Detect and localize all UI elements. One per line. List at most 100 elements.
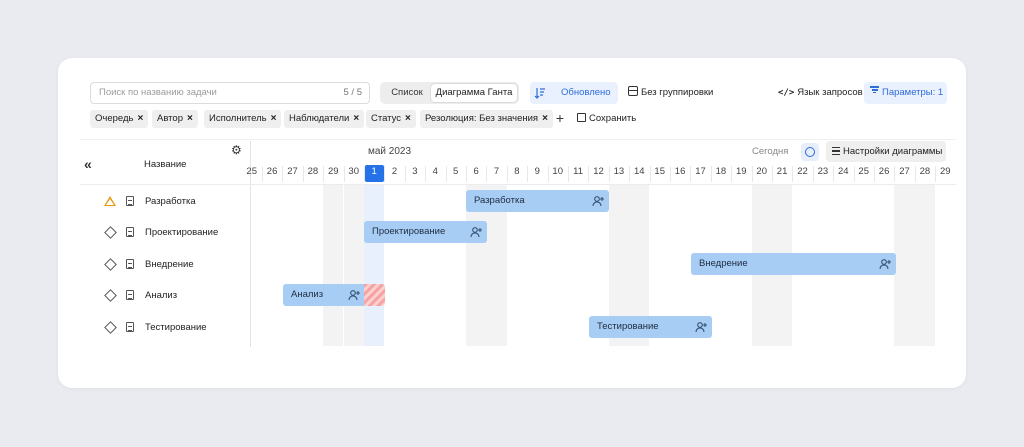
gantt-bar[interactable]: Разработка <box>466 190 609 212</box>
day-label: 23 <box>817 166 829 177</box>
day-label: 30 <box>348 166 359 177</box>
filter-chip-assignee[interactable]: Исполнитель × <box>204 110 282 128</box>
filter-chip-followers[interactable]: Наблюдатели × <box>284 110 365 128</box>
document-icon <box>126 227 134 237</box>
day-separator <box>567 166 569 182</box>
day-separator <box>384 166 386 182</box>
chart-settings-button[interactable]: Настройки диаграммы <box>826 141 946 162</box>
day-separator <box>812 166 814 182</box>
day-separator <box>261 166 263 182</box>
weekend-column <box>894 185 915 346</box>
divider <box>80 139 956 140</box>
header-divider <box>80 184 956 185</box>
day-separator <box>649 166 651 182</box>
day-label: 16 <box>674 166 686 177</box>
column-title: Название <box>144 159 187 170</box>
day-separator <box>506 166 508 182</box>
day-label: 1 <box>371 166 377 177</box>
view-list-tab[interactable]: Список <box>383 84 431 102</box>
add-assignee-icon[interactable] <box>879 258 891 270</box>
query-language-button[interactable]: </> Язык запросов <box>778 82 863 104</box>
day-separator <box>690 166 692 182</box>
grouping-label: Без группировки <box>641 87 714 98</box>
close-icon[interactable]: × <box>353 113 359 124</box>
day-separator <box>608 166 610 182</box>
weekend-column <box>343 185 364 346</box>
day-separator <box>853 166 855 182</box>
day-label: 29 <box>940 166 951 177</box>
close-icon[interactable]: × <box>137 113 143 124</box>
save-filter-button[interactable]: Сохранить <box>577 110 636 128</box>
day-separator <box>363 166 365 182</box>
day-label: 10 <box>552 166 563 177</box>
parameters-button[interactable]: Параметры: 1 <box>864 82 947 104</box>
task-name: Анализ <box>145 290 178 301</box>
filter-chip-label: Резолюция: Без значения <box>425 113 539 124</box>
day-separator <box>588 166 590 182</box>
grouping-icon <box>628 86 638 96</box>
document-icon <box>126 259 134 269</box>
day-separator <box>833 166 835 182</box>
save-label: Сохранить <box>589 113 637 124</box>
add-filter-button[interactable]: + <box>553 110 567 128</box>
add-assignee-icon[interactable] <box>470 226 482 238</box>
collapse-panel-icon[interactable]: « <box>84 156 92 172</box>
filter-chip-label: Исполнитель <box>209 113 267 124</box>
day-separator <box>771 166 773 182</box>
day-label: 14 <box>634 166 645 177</box>
day-separator <box>527 166 529 182</box>
filter-chip-queue[interactable]: Очередь × <box>90 110 149 128</box>
filter-chip-author[interactable]: Автор × <box>152 110 198 128</box>
add-assignee-icon[interactable] <box>348 289 360 301</box>
day-separator <box>629 166 631 182</box>
day-label: 28 <box>307 166 319 177</box>
day-label: 21 <box>776 166 788 177</box>
day-separator <box>792 166 794 182</box>
gantt-bar-label: Проектирование <box>372 226 446 237</box>
filter-chip-resolution[interactable]: Резолюция: Без значения × <box>420 110 553 128</box>
palette-button[interactable] <box>801 143 819 161</box>
close-icon[interactable]: × <box>405 113 411 124</box>
sort-button[interactable]: Обновлено <box>530 82 618 104</box>
search-input[interactable]: Поиск по названию задачи 5 / 5 <box>90 82 370 104</box>
add-assignee-icon[interactable] <box>592 195 604 207</box>
grouping-button[interactable]: Без группировки <box>628 82 713 104</box>
day-label: 2 <box>391 166 398 177</box>
today-button[interactable]: Сегодня <box>752 146 788 157</box>
close-icon[interactable]: × <box>271 113 277 124</box>
filter-chip-status[interactable]: Статус × <box>366 110 416 128</box>
overdue-segment <box>364 284 385 306</box>
day-label: 29 <box>328 166 339 177</box>
day-separator <box>282 166 284 182</box>
day-label: 11 <box>573 166 584 177</box>
close-icon[interactable]: × <box>187 113 193 124</box>
gantt-bar[interactable]: Проектирование <box>364 221 487 243</box>
gantt-bar-label: Тестирование <box>597 321 659 332</box>
warning-icon <box>104 196 116 206</box>
view-gantt-tab[interactable]: Диаграмма Ганта <box>431 84 517 102</box>
save-icon <box>577 113 586 122</box>
day-label: 13 <box>613 166 625 177</box>
close-icon[interactable]: × <box>542 113 548 124</box>
day-separator <box>465 166 467 182</box>
code-icon: </> <box>778 88 795 98</box>
view-switcher: Список Диаграмма Ганта <box>380 82 519 104</box>
day-separator <box>751 166 753 182</box>
add-assignee-icon[interactable] <box>695 321 707 333</box>
gantt-bar[interactable]: Анализ <box>283 284 365 306</box>
day-separator <box>914 166 916 182</box>
day-label: 25 <box>858 166 869 177</box>
gear-icon[interactable]: ⚙ <box>231 143 242 157</box>
filter-icon <box>870 85 879 95</box>
day-label: 15 <box>654 166 665 177</box>
parameters-label: Параметры: 1 <box>882 87 944 98</box>
day-label: 28 <box>919 166 931 177</box>
gantt-bar[interactable]: Тестирование <box>589 316 712 338</box>
day-separator <box>873 166 875 182</box>
chart-settings-label: Настройки диаграммы <box>843 146 943 157</box>
day-label: 3 <box>412 166 418 177</box>
day-label: 24 <box>838 166 849 177</box>
task-name: Проектирование <box>145 227 219 238</box>
gantt-bar[interactable]: Внедрение <box>691 253 896 275</box>
day-separator <box>547 166 549 182</box>
